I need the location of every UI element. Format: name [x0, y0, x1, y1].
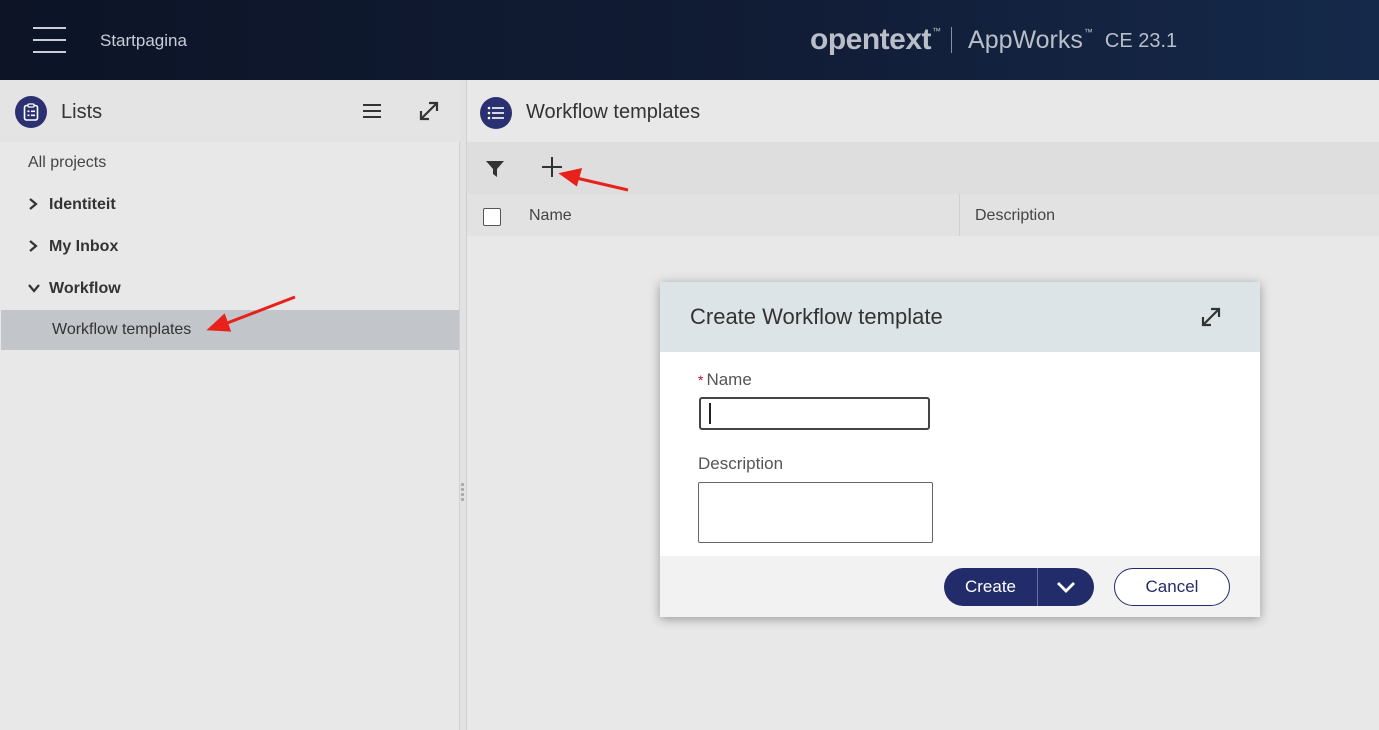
- nav-tree: All projects Identiteit My Inbox Workflo…: [0, 142, 459, 350]
- nav-item-identiteit[interactable]: Identiteit: [0, 184, 459, 226]
- home-link[interactable]: Startpagina: [100, 31, 187, 51]
- chevron-right-icon[interactable]: [28, 197, 40, 213]
- content-header: Workflow templates: [467, 80, 1379, 142]
- column-header-name[interactable]: Name: [529, 207, 572, 225]
- top-bar: Startpagina opentext ™ AppWorks ™ CE 23.…: [0, 0, 1379, 80]
- dialog-footer: Create Cancel: [660, 556, 1260, 617]
- select-all-checkbox[interactable]: [483, 208, 501, 226]
- column-divider[interactable]: [959, 194, 960, 236]
- toolbar: [467, 142, 1379, 194]
- name-label-text: Name: [706, 370, 752, 389]
- list-view-icon[interactable]: [362, 102, 384, 122]
- product-name: AppWorks: [968, 25, 1083, 54]
- name-label: * Name: [698, 370, 752, 390]
- required-marker: *: [698, 372, 704, 388]
- expand-icon[interactable]: [1200, 306, 1222, 328]
- filter-icon[interactable]: [485, 160, 505, 183]
- nav-item-label: Identiteit: [49, 196, 116, 213]
- name-input[interactable]: [699, 397, 930, 430]
- menu-icon[interactable]: [33, 25, 67, 55]
- nav-item-all-projects[interactable]: All projects: [0, 142, 459, 184]
- drag-handle-icon[interactable]: [461, 483, 464, 501]
- product-version: CE 23.1: [1104, 30, 1178, 52]
- brand-divider: [951, 27, 953, 53]
- nav-item-workflow[interactable]: Workflow: [0, 268, 459, 310]
- dialog-title: Create Workflow template: [690, 304, 943, 329]
- list-icon: [480, 97, 512, 129]
- page-title: Workflow templates: [526, 101, 701, 123]
- nav-item-label: Workflow: [49, 280, 121, 297]
- create-workflow-template-dialog: Create Workflow template * Name Descripti…: [660, 282, 1260, 617]
- cancel-button[interactable]: Cancel: [1114, 568, 1230, 606]
- lists-panel: Lists All projects Identiteit My Inbox W…: [0, 80, 460, 730]
- lists-panel-header: Lists: [0, 80, 460, 142]
- add-icon[interactable]: [541, 156, 563, 178]
- description-input[interactable]: [698, 482, 933, 543]
- brand-logo: opentext ™ AppWorks ™ CE 23.1: [810, 20, 1177, 60]
- nav-item-label: All projects: [28, 154, 107, 171]
- clipboard-icon: [15, 96, 47, 128]
- chevron-right-icon[interactable]: [28, 239, 40, 255]
- create-button-label[interactable]: Create: [944, 577, 1037, 597]
- chevron-down-icon[interactable]: [28, 282, 40, 296]
- dialog-header: Create Workflow template: [660, 282, 1260, 352]
- column-header-description[interactable]: Description: [975, 207, 1055, 225]
- nav-item-label: Workflow templates: [52, 321, 192, 338]
- text-cursor: [709, 403, 711, 424]
- create-button[interactable]: Create: [944, 568, 1094, 606]
- nav-item-label: My Inbox: [49, 238, 119, 255]
- chevron-down-icon[interactable]: [1038, 581, 1094, 593]
- product-trademark: ™: [1083, 27, 1093, 37]
- description-label: Description: [698, 454, 784, 473]
- expand-icon[interactable]: [418, 100, 440, 122]
- nav-item-my-inbox[interactable]: My Inbox: [0, 226, 459, 268]
- panel-splitter[interactable]: [460, 80, 467, 730]
- table-header: Name Description: [467, 194, 1379, 236]
- opentext-logo: opentext: [810, 23, 932, 56]
- panel-title: Lists: [61, 101, 103, 123]
- trademark: ™: [932, 26, 942, 36]
- nav-item-workflow-templates[interactable]: Workflow templates: [1, 310, 459, 350]
